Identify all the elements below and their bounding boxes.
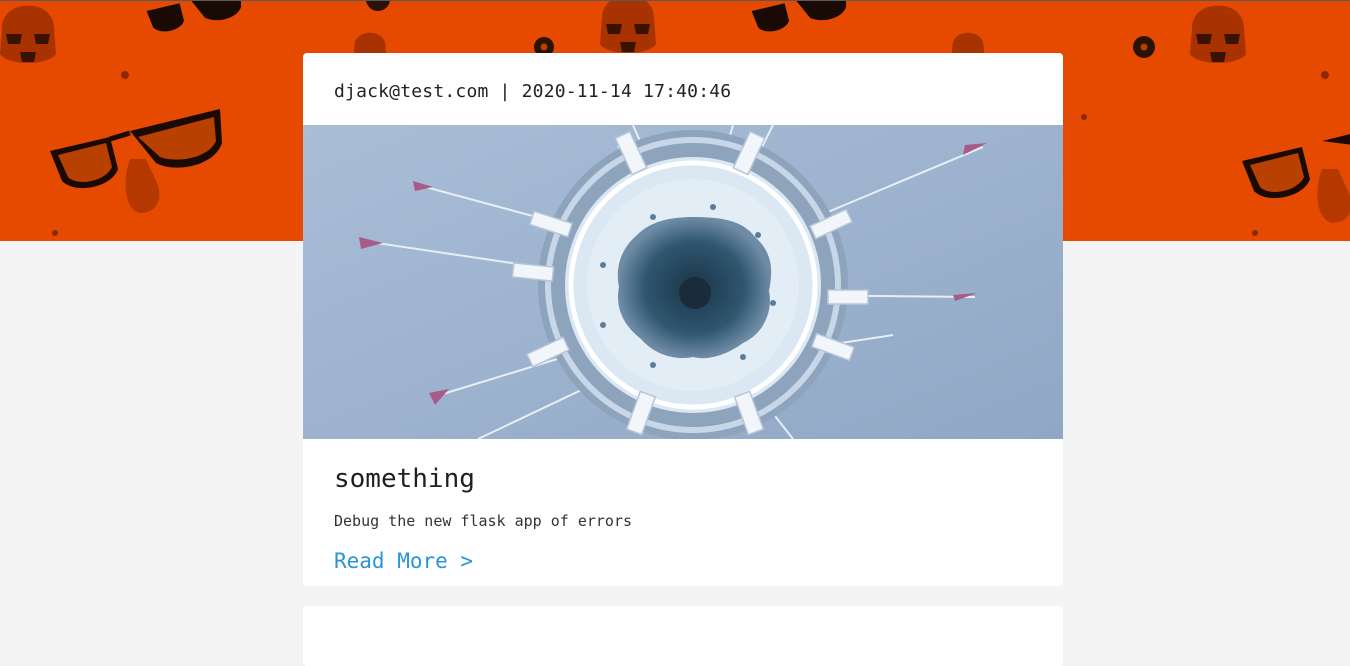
sunglasses-nose-icon bbox=[751, 1, 847, 32]
sunglasses-nose-icon bbox=[1242, 134, 1350, 223]
stormtrooper-helmet-icon bbox=[0, 5, 56, 63]
post-title: something bbox=[334, 464, 475, 494]
bomb-icon bbox=[366, 1, 390, 11]
post-image bbox=[303, 125, 1063, 439]
sunglasses-nose-icon bbox=[146, 1, 242, 32]
next-post-card bbox=[303, 606, 1063, 666]
post-card: djack@test.com | 2020-11-14 17:40:46 som… bbox=[303, 53, 1063, 586]
bomb-icon bbox=[1133, 36, 1155, 58]
sunglasses-nose-icon bbox=[50, 109, 222, 213]
post-meta: djack@test.com | 2020-11-14 17:40:46 bbox=[334, 81, 732, 102]
post-description: Debug the new flask app of errors bbox=[334, 512, 633, 530]
stormtrooper-helmet-icon bbox=[600, 1, 656, 53]
read-more-link[interactable]: Read More > bbox=[334, 549, 473, 573]
stormtrooper-helmet-icon bbox=[1190, 5, 1246, 63]
